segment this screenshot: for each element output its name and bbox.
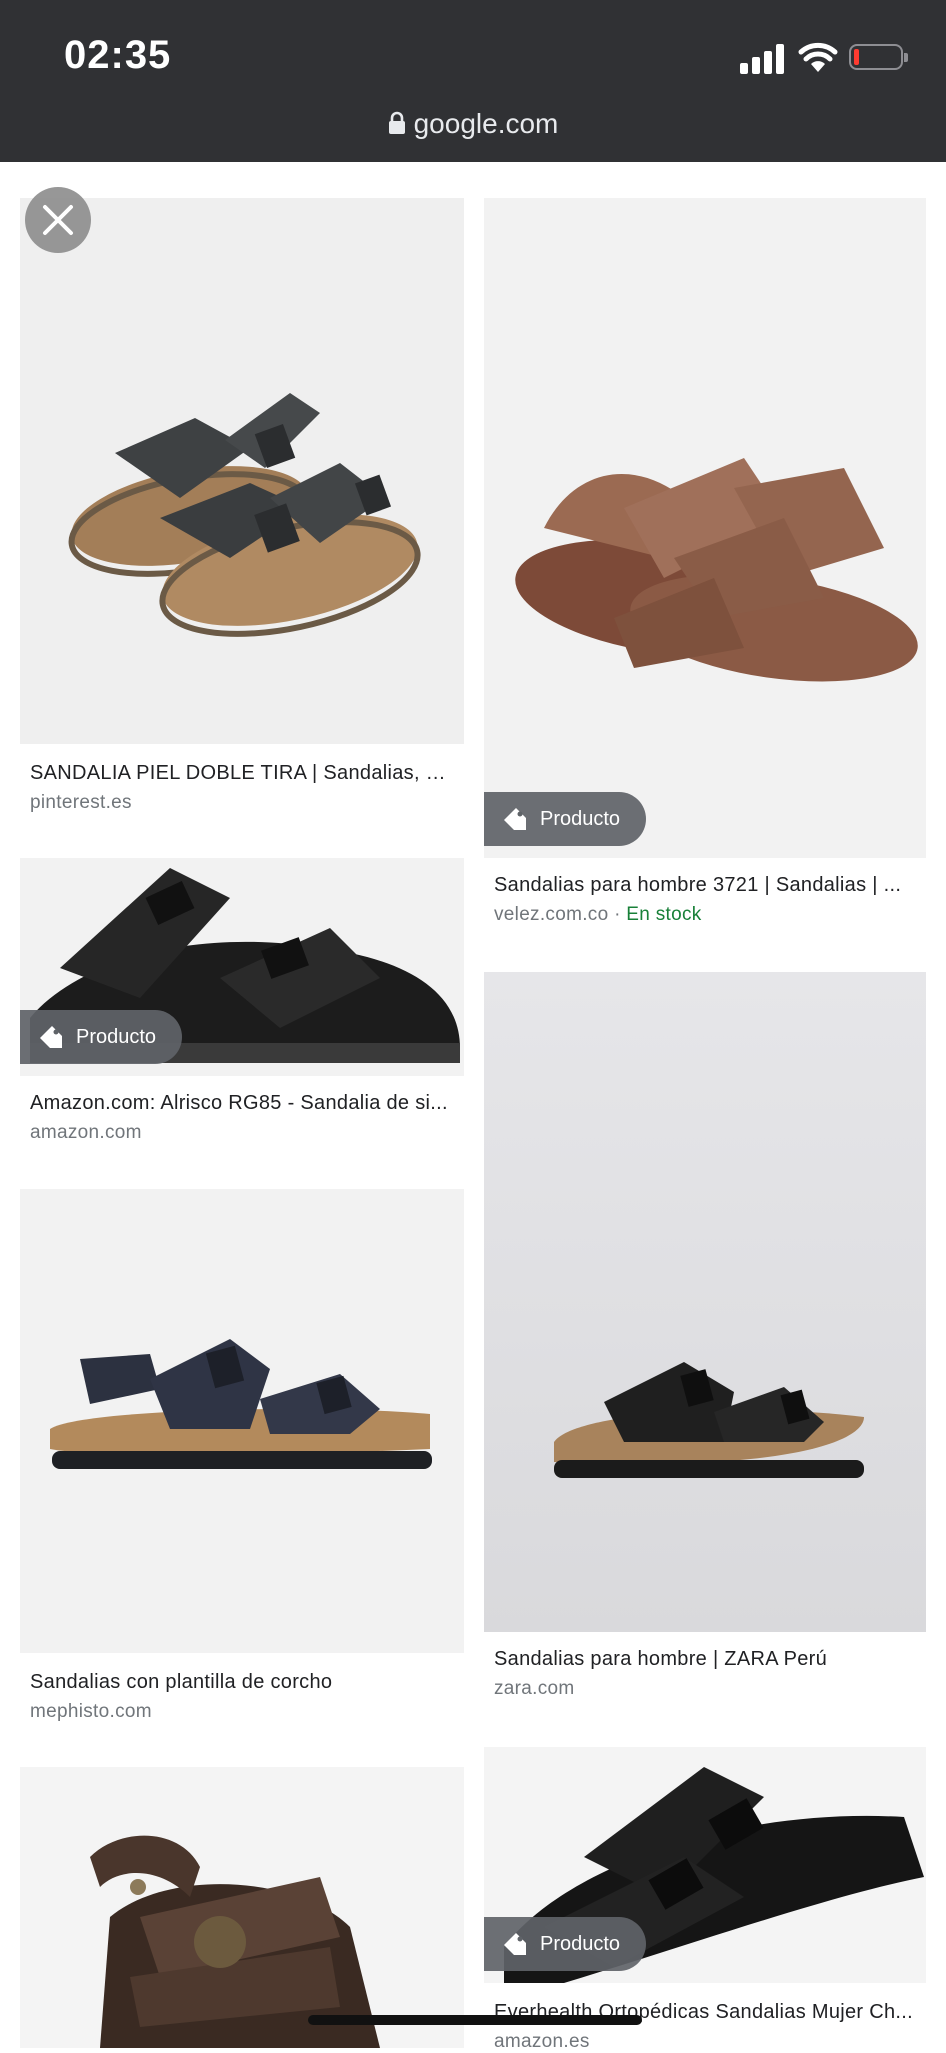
result-image[interactable]	[484, 198, 926, 858]
close-button[interactable]	[25, 187, 91, 253]
result-source: amazon.com	[30, 1122, 142, 1143]
result-card[interactable]: Sandalias con plantilla de corcho mephis…	[20, 1189, 464, 1729]
result-source: amazon.es	[494, 2031, 590, 2052]
result-title[interactable]: SANDALIA PIEL DOBLE TIRA | Sandalias, S.…	[30, 762, 454, 785]
result-title[interactable]: Sandalias para hombre 3721 | Sandalias |…	[494, 874, 916, 897]
result-source-domain: velez.com.co	[494, 904, 609, 925]
result-card[interactable]: Producto Everhealth Ortopédicas Sandalia…	[484, 1747, 926, 2052]
product-badge-label: Producto	[540, 1932, 621, 1955]
source-separator: ·	[608, 904, 627, 925]
tag-icon	[40, 1026, 62, 1048]
battery-icon	[849, 44, 908, 70]
result-source: mephisto.com	[30, 1701, 152, 1722]
url-text: google.com	[413, 108, 559, 139]
close-icon	[43, 205, 73, 235]
status-time: 02:35	[64, 33, 172, 77]
home-indicator[interactable]	[308, 2015, 642, 2025]
product-badge-label: Producto	[540, 807, 621, 830]
browser-top-bar: 02:35 google.com	[0, 0, 946, 162]
result-image[interactable]	[20, 1767, 464, 2048]
product-badge: Producto	[484, 1917, 647, 1971]
tag-icon	[504, 1933, 526, 1955]
result-card[interactable]: Sandalias para hombre | ZARA Perú zara.c…	[484, 972, 926, 1712]
lock-icon	[388, 111, 405, 134]
result-card[interactable]: Producto Sandalias para hombre 3721 | Sa…	[484, 198, 926, 938]
result-image[interactable]	[20, 1189, 464, 1653]
result-image[interactable]	[484, 972, 926, 1632]
cellular-signal-icon	[740, 44, 786, 74]
result-title[interactable]: Sandalias con plantilla de corcho	[30, 1671, 454, 1694]
result-title[interactable]: Sandalias para hombre | ZARA Perú	[494, 1648, 916, 1671]
wifi-icon	[798, 42, 838, 72]
product-badge: Producto	[484, 792, 647, 846]
result-image[interactable]	[20, 198, 464, 744]
result-source: velez.com.co · En stock	[494, 904, 702, 926]
result-card[interactable]: Producto Amazon.com: Alrisco RG85 - Sand…	[20, 858, 464, 1158]
result-title[interactable]: Amazon.com: Alrisco RG85 - Sandalia de s…	[30, 1092, 454, 1115]
result-source: pinterest.es	[30, 792, 132, 813]
product-badge-label: Producto	[76, 1025, 157, 1048]
result-source: zara.com	[494, 1678, 575, 1699]
tag-icon	[504, 808, 526, 830]
result-card[interactable]	[20, 1767, 464, 2048]
product-badge: Producto	[20, 1010, 183, 1064]
stock-status: En stock	[626, 904, 702, 925]
result-card[interactable]: SANDALIA PIEL DOBLE TIRA | Sandalias, S.…	[20, 198, 464, 818]
address-bar[interactable]: google.com	[0, 108, 946, 140]
